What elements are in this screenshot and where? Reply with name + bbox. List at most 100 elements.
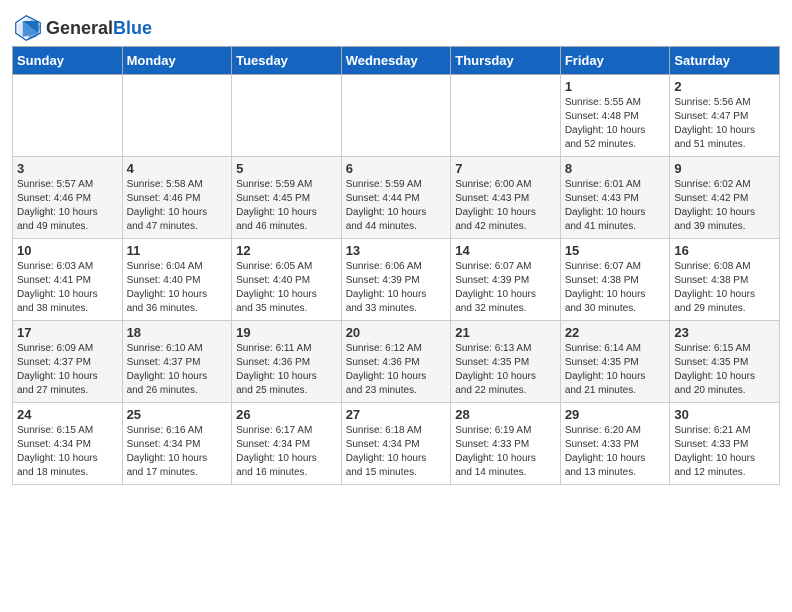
calendar-cell: 28 Sunrise: 6:19 AM Sunset: 4:33 PM Dayli… (451, 403, 561, 485)
calendar-cell: 30 Sunrise: 6:21 AM Sunset: 4:33 PM Dayli… (670, 403, 780, 485)
day-number: 4 (127, 161, 228, 176)
day-number: 26 (236, 407, 337, 422)
day-info: Sunrise: 6:08 AM Sunset: 4:38 PM Dayligh… (674, 260, 775, 316)
logo: GeneralBlue (12, 14, 152, 42)
header-day-thursday: Thursday (451, 47, 561, 75)
day-number: 2 (674, 79, 775, 94)
day-info: Sunrise: 6:21 AM Sunset: 4:33 PM Dayligh… (674, 424, 775, 480)
day-number: 16 (674, 243, 775, 258)
calendar-cell: 16 Sunrise: 6:08 AM Sunset: 4:38 PM Dayli… (670, 239, 780, 321)
calendar-cell: 5 Sunrise: 5:59 AM Sunset: 4:45 PM Daylig… (232, 157, 342, 239)
day-number: 27 (346, 407, 447, 422)
day-info: Sunrise: 5:59 AM Sunset: 4:45 PM Dayligh… (236, 178, 337, 234)
header-day-sunday: Sunday (13, 47, 123, 75)
calendar-cell: 6Sunrise: 5:59 AM Sunset: 4:44 PM Daylig… (341, 157, 451, 239)
calendar-cell: 14Sunrise: 6:07 AM Sunset: 4:39 PM Dayli… (451, 239, 561, 321)
calendar-cell (451, 75, 561, 157)
day-info: Sunrise: 5:55 AM Sunset: 4:48 PM Dayligh… (565, 96, 666, 152)
day-info: Sunrise: 6:19 AM Sunset: 4:33 PM Dayligh… (455, 424, 556, 480)
day-number: 14 (455, 243, 556, 258)
day-info: Sunrise: 6:15 AM Sunset: 4:35 PM Dayligh… (674, 342, 775, 398)
day-info: Sunrise: 6:13 AM Sunset: 4:35 PM Dayligh… (455, 342, 556, 398)
day-info: Sunrise: 6:06 AM Sunset: 4:39 PM Dayligh… (346, 260, 447, 316)
header-day-saturday: Saturday (670, 47, 780, 75)
day-info: Sunrise: 6:18 AM Sunset: 4:34 PM Dayligh… (346, 424, 447, 480)
day-number: 24 (17, 407, 118, 422)
day-number: 3 (17, 161, 118, 176)
calendar-cell: 18 Sunrise: 6:10 AM Sunset: 4:37 PM Dayli… (122, 321, 232, 403)
day-number: 13 (346, 243, 447, 258)
calendar-cell: 1 Sunrise: 5:55 AM Sunset: 4:48 PM Daylig… (560, 75, 670, 157)
day-info: Sunrise: 6:14 AM Sunset: 4:35 PM Dayligh… (565, 342, 666, 398)
calendar-cell: 23 Sunrise: 6:15 AM Sunset: 4:35 PM Dayli… (670, 321, 780, 403)
calendar-cell (13, 75, 123, 157)
day-number: 1 (565, 79, 666, 94)
day-number: 9 (674, 161, 775, 176)
day-number: 28 (455, 407, 556, 422)
calendar-table: SundayMondayTuesdayWednesdayThursdayFrid… (12, 46, 780, 485)
calendar-cell (232, 75, 342, 157)
calendar-cell: 17 Sunrise: 6:09 AM Sunset: 4:37 PM Dayli… (13, 321, 123, 403)
calendar-cell: 9 Sunrise: 6:02 AM Sunset: 4:42 PM Daylig… (670, 157, 780, 239)
day-info: Sunrise: 6:05 AM Sunset: 4:40 PM Dayligh… (236, 260, 337, 316)
day-number: 21 (455, 325, 556, 340)
week-row-3: 10 Sunrise: 6:03 AM Sunset: 4:41 PM Dayli… (13, 239, 780, 321)
day-number: 5 (236, 161, 337, 176)
day-number: 12 (236, 243, 337, 258)
day-info: Sunrise: 5:58 AM Sunset: 4:46 PM Dayligh… (127, 178, 228, 234)
header: GeneralBlue (12, 10, 780, 42)
day-number: 19 (236, 325, 337, 340)
week-row-5: 24 Sunrise: 6:15 AM Sunset: 4:34 PM Dayli… (13, 403, 780, 485)
calendar-cell: 11Sunrise: 6:04 AM Sunset: 4:40 PM Dayli… (122, 239, 232, 321)
day-number: 18 (127, 325, 228, 340)
day-info: Sunrise: 6:09 AM Sunset: 4:37 PM Dayligh… (17, 342, 118, 398)
calendar-cell: 3 Sunrise: 5:57 AM Sunset: 4:46 PM Daylig… (13, 157, 123, 239)
calendar-cell (122, 75, 232, 157)
calendar-cell: 29Sunrise: 6:20 AM Sunset: 4:33 PM Dayli… (560, 403, 670, 485)
calendar-cell: 15 Sunrise: 6:07 AM Sunset: 4:38 PM Dayli… (560, 239, 670, 321)
calendar-cell: 19Sunrise: 6:11 AM Sunset: 4:36 PM Dayli… (232, 321, 342, 403)
day-number: 30 (674, 407, 775, 422)
calendar-cell (341, 75, 451, 157)
calendar-cell: 25Sunrise: 6:16 AM Sunset: 4:34 PM Dayli… (122, 403, 232, 485)
day-info: Sunrise: 5:59 AM Sunset: 4:44 PM Dayligh… (346, 178, 447, 234)
calendar-cell: 22Sunrise: 6:14 AM Sunset: 4:35 PM Dayli… (560, 321, 670, 403)
header-day-tuesday: Tuesday (232, 47, 342, 75)
calendar-cell: 13 Sunrise: 6:06 AM Sunset: 4:39 PM Dayli… (341, 239, 451, 321)
calendar-cell: 10 Sunrise: 6:03 AM Sunset: 4:41 PM Dayli… (13, 239, 123, 321)
day-info: Sunrise: 6:03 AM Sunset: 4:41 PM Dayligh… (17, 260, 118, 316)
day-number: 15 (565, 243, 666, 258)
week-row-1: 1 Sunrise: 5:55 AM Sunset: 4:48 PM Daylig… (13, 75, 780, 157)
day-info: Sunrise: 6:15 AM Sunset: 4:34 PM Dayligh… (17, 424, 118, 480)
day-info: Sunrise: 6:16 AM Sunset: 4:34 PM Dayligh… (127, 424, 228, 480)
day-info: Sunrise: 6:17 AM Sunset: 4:34 PM Dayligh… (236, 424, 337, 480)
day-info: Sunrise: 5:57 AM Sunset: 4:46 PM Dayligh… (17, 178, 118, 234)
day-info: Sunrise: 6:02 AM Sunset: 4:42 PM Dayligh… (674, 178, 775, 234)
calendar-cell: 26 Sunrise: 6:17 AM Sunset: 4:34 PM Dayli… (232, 403, 342, 485)
calendar-cell: 2 Sunrise: 5:56 AM Sunset: 4:47 PM Daylig… (670, 75, 780, 157)
day-info: Sunrise: 6:20 AM Sunset: 4:33 PM Dayligh… (565, 424, 666, 480)
header-day-friday: Friday (560, 47, 670, 75)
day-info: Sunrise: 5:56 AM Sunset: 4:47 PM Dayligh… (674, 96, 775, 152)
calendar-cell: 27 Sunrise: 6:18 AM Sunset: 4:34 PM Dayli… (341, 403, 451, 485)
day-info: Sunrise: 6:00 AM Sunset: 4:43 PM Dayligh… (455, 178, 556, 234)
day-number: 17 (17, 325, 118, 340)
calendar-cell: 8Sunrise: 6:01 AM Sunset: 4:43 PM Daylig… (560, 157, 670, 239)
calendar-cell: 7Sunrise: 6:00 AM Sunset: 4:43 PM Daylig… (451, 157, 561, 239)
header-day-wednesday: Wednesday (341, 47, 451, 75)
calendar-cell: 21 Sunrise: 6:13 AM Sunset: 4:35 PM Dayli… (451, 321, 561, 403)
page: GeneralBlue SundayMondayTuesdayWednesday… (0, 0, 792, 612)
day-info: Sunrise: 6:01 AM Sunset: 4:43 PM Dayligh… (565, 178, 666, 234)
day-number: 10 (17, 243, 118, 258)
day-number: 23 (674, 325, 775, 340)
calendar-cell: 24 Sunrise: 6:15 AM Sunset: 4:34 PM Dayli… (13, 403, 123, 485)
day-info: Sunrise: 6:07 AM Sunset: 4:38 PM Dayligh… (565, 260, 666, 316)
week-row-4: 17 Sunrise: 6:09 AM Sunset: 4:37 PM Dayli… (13, 321, 780, 403)
week-row-2: 3 Sunrise: 5:57 AM Sunset: 4:46 PM Daylig… (13, 157, 780, 239)
header-day-monday: Monday (122, 47, 232, 75)
calendar-header-row: SundayMondayTuesdayWednesdayThursdayFrid… (13, 47, 780, 75)
day-number: 11 (127, 243, 228, 258)
calendar-cell: 4 Sunrise: 5:58 AM Sunset: 4:46 PM Daylig… (122, 157, 232, 239)
day-number: 20 (346, 325, 447, 340)
day-info: Sunrise: 6:10 AM Sunset: 4:37 PM Dayligh… (127, 342, 228, 398)
